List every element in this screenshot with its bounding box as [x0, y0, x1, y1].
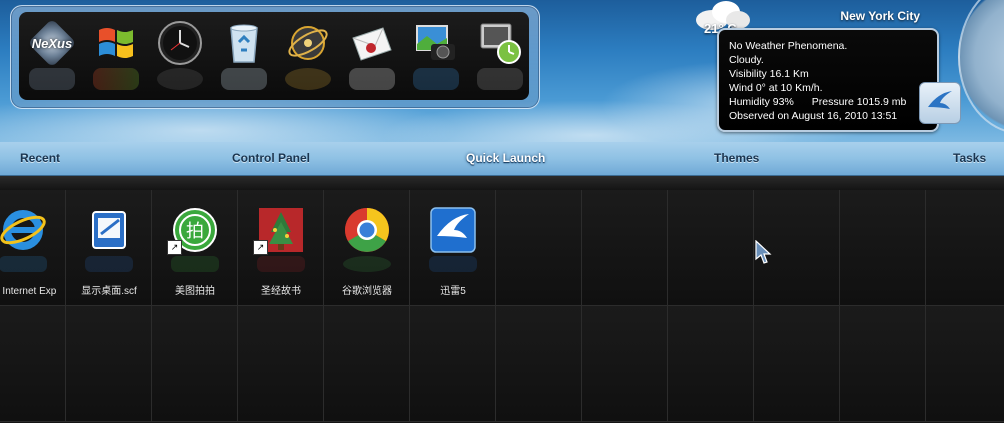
- dock-item-photos[interactable]: [407, 12, 465, 100]
- dock-item-system-clock[interactable]: [471, 12, 529, 100]
- empty-slot[interactable]: [582, 306, 668, 422]
- weather-sky: Cloudy.: [729, 54, 764, 66]
- xunlei-icon: [430, 207, 476, 253]
- empty-slot[interactable]: [0, 306, 66, 422]
- empty-slot[interactable]: [496, 306, 582, 422]
- empty-slot[interactable]: [238, 306, 324, 422]
- tab-bar-shadow: [0, 176, 1004, 190]
- weather-details-panel: No Weather Phenomena. Cloudy. Visibility…: [717, 28, 939, 132]
- dock-item-windows[interactable]: [87, 12, 145, 100]
- empty-slot[interactable]: [668, 190, 754, 306]
- tab-control-panel[interactable]: Control Panel: [232, 151, 310, 165]
- dock-item-recycle-bin[interactable]: [215, 12, 273, 100]
- empty-slot[interactable]: [840, 190, 926, 306]
- shortcut-arrow-icon: ↗: [167, 240, 182, 255]
- quick-launch-item[interactable]: 迅雷5: [410, 190, 496, 306]
- analog-clock-gadget[interactable]: [958, 0, 1004, 134]
- app-label: 圣经故书: [261, 286, 301, 297]
- weather-app-icon: [928, 91, 952, 109]
- internet-explorer-icon: [0, 210, 46, 250]
- empty-slot[interactable]: [496, 190, 582, 306]
- dock-item-network[interactable]: [279, 12, 337, 100]
- weather-visibility: Visibility 16.1 Km: [729, 68, 809, 80]
- empty-slot[interactable]: [926, 190, 1004, 306]
- nexus-logo-label: NeXus: [31, 36, 73, 51]
- empty-slot[interactable]: [66, 306, 152, 422]
- empty-slot[interactable]: [754, 306, 840, 422]
- app-label: 动 Internet Exp: [0, 286, 57, 297]
- tab-bar: Recent Control Panel Quick Launch Themes…: [0, 142, 1004, 176]
- app-label: 迅雷5: [440, 286, 466, 297]
- quick-launch-item[interactable]: 动 Internet Exp: [0, 190, 66, 306]
- photo-camera-icon: [416, 25, 455, 60]
- weather-settings-button[interactable]: [919, 82, 961, 124]
- top-banner: NeXus 21° New York City No Weather Pheno…: [0, 0, 1004, 142]
- quick-launch-grid: 动 Internet Exp 显示桌面.scf 拍 ↗ 美图拍拍 ↗ 圣经故书: [0, 190, 1004, 422]
- chrome-icon: [345, 208, 389, 252]
- dock-item-clock[interactable]: [151, 12, 209, 100]
- tab-recent[interactable]: Recent: [20, 151, 60, 165]
- weather-city: New York City: [840, 9, 920, 23]
- quick-launch-item[interactable]: ↗ 圣经故书: [238, 190, 324, 306]
- windows-icon: [99, 28, 133, 58]
- app-label: 谷歌浏览器: [342, 286, 392, 297]
- quick-launch-item[interactable]: 谷歌浏览器: [324, 190, 410, 306]
- network-globe-icon: [288, 26, 328, 60]
- weather-wind: Wind 0° at 10 Km/h.: [729, 82, 823, 94]
- weather-observed: Observed on August 16, 2010 13:51: [729, 110, 898, 122]
- quick-launch-item[interactable]: 显示桌面.scf: [66, 190, 152, 306]
- empty-slot[interactable]: [582, 190, 668, 306]
- weather-pressure: Pressure 1015.9 mb: [811, 96, 907, 108]
- tab-themes[interactable]: Themes: [714, 151, 759, 165]
- app-label: 显示桌面.scf: [81, 286, 137, 297]
- empty-slot[interactable]: [324, 306, 410, 422]
- empty-slot[interactable]: [152, 306, 238, 422]
- empty-slot[interactable]: [840, 306, 926, 422]
- weather-phenomena: No Weather Phenomena.: [729, 40, 848, 52]
- weather-humidity-row: Humidity 93% Pressure 1015.9 mb: [729, 95, 906, 109]
- empty-slot[interactable]: [926, 306, 1004, 422]
- recycle-bin-icon: [230, 24, 258, 63]
- app-label: 美图拍拍: [175, 286, 215, 297]
- shortcut-arrow-icon: ↗: [253, 240, 268, 255]
- tab-quick-launch[interactable]: Quick Launch: [466, 151, 545, 165]
- weather-details: No Weather Phenomena. Cloudy. Visibility…: [729, 39, 906, 123]
- weather-humidity: Humidity 93%: [729, 96, 794, 108]
- dock-item-nexus[interactable]: NeXus: [23, 12, 81, 100]
- empty-slot[interactable]: [668, 306, 754, 422]
- mouse-pointer-icon: [755, 240, 772, 264]
- dock-item-mail[interactable]: [343, 12, 401, 100]
- svg-text:拍: 拍: [186, 221, 204, 242]
- system-clock-icon: [480, 23, 521, 64]
- app-dock: NeXus: [10, 5, 540, 109]
- quick-launch-item[interactable]: 拍 ↗ 美图拍拍: [152, 190, 238, 306]
- dock-tray: NeXus: [19, 12, 529, 100]
- show-desktop-icon: [92, 211, 126, 249]
- tab-tasks[interactable]: Tasks: [953, 151, 986, 165]
- mail-icon: [352, 27, 392, 61]
- empty-slot[interactable]: [410, 306, 496, 422]
- clock-icon: [158, 21, 202, 65]
